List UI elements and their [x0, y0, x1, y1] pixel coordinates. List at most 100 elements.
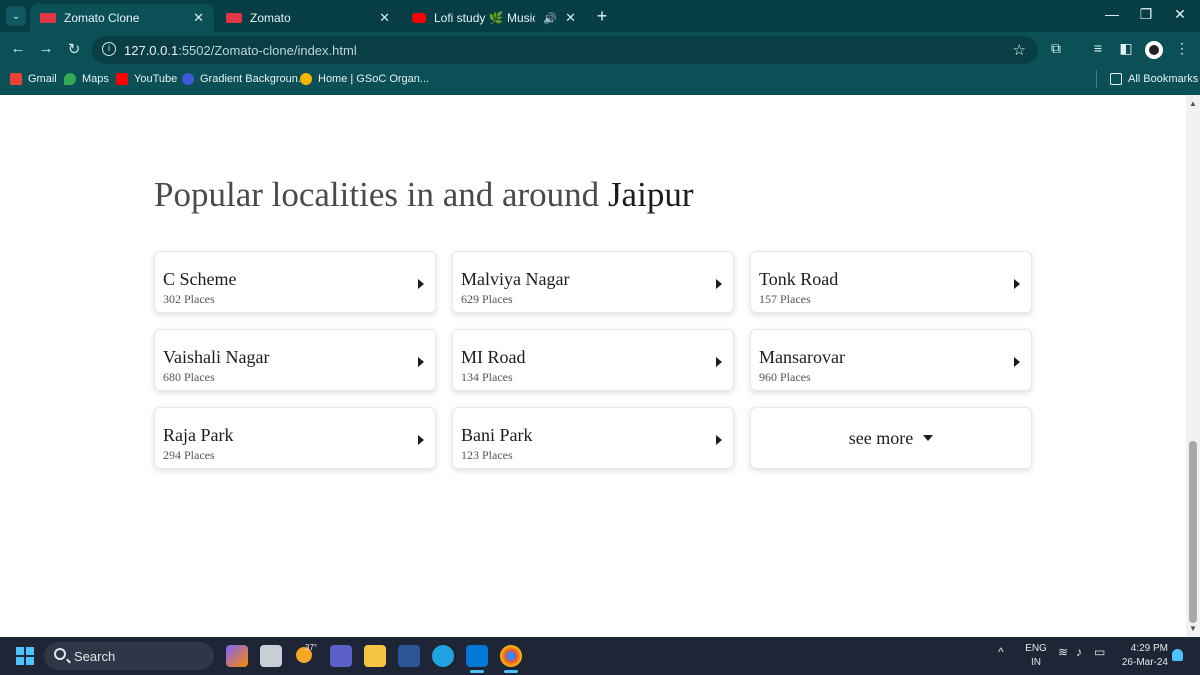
browser-chrome: ⌄ Zomato Clone ✕ Zomato ✕ Lofi study 🌿 M…	[0, 0, 1200, 95]
show-hidden-icons-icon[interactable]: ^	[998, 645, 1004, 659]
address-bar[interactable]: i 127.0.0.1:5502/Zomato-clone/index.html…	[92, 36, 1038, 64]
tab-zomato-clone[interactable]: Zomato Clone ✕	[30, 4, 214, 32]
taskbar-search[interactable]: Search	[44, 642, 214, 670]
clock[interactable]: 4:29 PM 26-Mar-24	[1118, 642, 1168, 670]
media-controls-icon[interactable]: ≡	[1088, 40, 1108, 56]
tab-title: Lofi study 🌿 Music that m	[434, 11, 536, 25]
locality-card[interactable]: Mansarovar 960 Places	[750, 329, 1032, 391]
chrome-icon[interactable]	[500, 645, 522, 673]
minimize-icon[interactable]: —	[1100, 6, 1124, 22]
wifi-icon[interactable]: ≋	[1058, 645, 1068, 659]
locality-card[interactable]: Bani Park 123 Places	[452, 407, 734, 469]
edge-icon[interactable]	[432, 645, 454, 667]
restore-icon[interactable]: ❐	[1134, 6, 1158, 23]
battery-icon[interactable]: ▭	[1094, 645, 1105, 659]
city-name: Jaipur	[607, 175, 694, 214]
all-bookmarks[interactable]: All Bookmarks	[1110, 73, 1198, 85]
locality-card[interactable]: MI Road 134 Places	[452, 329, 734, 391]
scrollbar[interactable]: ▲ ▼	[1186, 95, 1200, 637]
tab-lofi[interactable]: Lofi study 🌿 Music that m 🔊 ✕	[402, 4, 586, 32]
locality-name: Raja Park	[163, 425, 234, 445]
locality-card[interactable]: Tonk Road 157 Places	[750, 251, 1032, 313]
tab-title: Zomato	[250, 11, 291, 25]
weather-temp: 37°	[305, 643, 318, 652]
bookmark-star-icon[interactable]: ☆	[1013, 41, 1026, 59]
extensions-icon[interactable]: ⧉	[1046, 40, 1066, 57]
page-content: Popular localities in and around Jaipur …	[0, 95, 1186, 637]
speaker-icon[interactable]: 🔊	[543, 12, 557, 25]
locality-name: Mansarovar	[759, 347, 845, 367]
caret-right-icon	[1014, 279, 1020, 289]
locality-places: 629 Places	[461, 292, 513, 306]
zomato-favicon-icon	[40, 13, 56, 23]
locality-name: Malviya Nagar	[461, 269, 570, 289]
windows-start-icon[interactable]	[16, 647, 34, 665]
caret-right-icon	[716, 357, 722, 367]
page-title: Popular localities in and around Jaipur	[154, 175, 694, 214]
scrollbar-thumb[interactable]	[1189, 441, 1197, 623]
youtube-favicon-icon	[412, 13, 426, 23]
site-info-icon[interactable]: i	[102, 42, 116, 56]
scroll-down-icon[interactable]: ▼	[1189, 624, 1197, 633]
caret-right-icon	[716, 435, 722, 445]
close-icon[interactable]: ✕	[379, 10, 390, 26]
language-indicator[interactable]: ENG IN	[1024, 642, 1048, 670]
youtube-icon	[116, 73, 128, 85]
bookmark-gsoc[interactable]: Home | GSoC Organ...	[300, 73, 429, 85]
window-close-icon[interactable]: ✕	[1168, 6, 1192, 23]
locality-name: MI Road	[461, 347, 526, 367]
taskbar: Search 37° ^ ENG IN ≋ ♪ ▭ 4:29 PM 26-Mar…	[0, 637, 1200, 675]
caret-down-icon	[923, 435, 934, 441]
locality-card[interactable]: Raja Park 294 Places	[154, 407, 436, 469]
see-more-label: see more	[848, 427, 914, 448]
bookmark-gradient[interactable]: Gradient Backgroun...	[182, 73, 307, 85]
maps-icon	[64, 73, 76, 85]
locality-name: C Scheme	[163, 269, 237, 289]
terminal-icon[interactable]	[398, 645, 420, 667]
locality-card[interactable]: Vaishali Nagar 680 Places	[154, 329, 436, 391]
close-icon[interactable]: ✕	[193, 10, 204, 26]
caret-right-icon	[418, 357, 424, 367]
bookmark-maps[interactable]: Maps	[64, 73, 109, 85]
gsoc-icon	[300, 73, 312, 85]
locality-places: 294 Places	[163, 448, 215, 462]
copilot-icon[interactable]	[226, 645, 248, 667]
caret-right-icon	[1014, 357, 1020, 367]
side-panel-icon[interactable]: ◧	[1116, 40, 1136, 57]
tab-strip: ⌄ Zomato Clone ✕ Zomato ✕ Lofi study 🌿 M…	[0, 0, 1200, 32]
bookmark-youtube[interactable]: YouTube	[116, 73, 177, 85]
file-explorer-icon[interactable]	[364, 645, 386, 667]
gradient-site-icon	[182, 73, 194, 85]
locality-name: Tonk Road	[759, 269, 839, 289]
caret-right-icon	[418, 435, 424, 445]
vscode-icon[interactable]	[466, 645, 488, 673]
notification-icon[interactable]	[1172, 649, 1183, 661]
task-view-icon[interactable]	[260, 645, 282, 667]
locality-card[interactable]: Malviya Nagar 629 Places	[452, 251, 734, 313]
caret-right-icon	[716, 279, 722, 289]
bookmark-gmail[interactable]: Gmail	[10, 73, 57, 85]
zomato-favicon-icon	[226, 13, 242, 23]
new-tab-button[interactable]: +	[592, 6, 612, 27]
url-text[interactable]: 127.0.0.1:5502/Zomato-clone/index.html	[124, 43, 357, 58]
bookmarks-bar: Gmail Maps YouTube Gradient Backgroun...…	[0, 66, 1200, 94]
volume-icon[interactable]: ♪	[1076, 645, 1082, 659]
menu-icon[interactable]: ⋮	[1172, 40, 1192, 57]
locality-name: Vaishali Nagar	[163, 347, 270, 367]
close-icon[interactable]: ✕	[565, 10, 576, 26]
locality-name: Bani Park	[461, 425, 533, 445]
scroll-up-icon[interactable]: ▲	[1189, 99, 1197, 108]
teams-icon[interactable]	[330, 645, 352, 667]
bookmarks-divider	[1096, 70, 1097, 88]
folder-icon	[1110, 73, 1122, 85]
search-icon	[54, 648, 66, 660]
tab-zomato[interactable]: Zomato ✕	[216, 4, 400, 32]
profile-avatar[interactable]	[1145, 41, 1163, 59]
tab-search-icon[interactable]: ⌄	[6, 6, 26, 26]
forward-icon[interactable]: →	[36, 40, 56, 57]
reload-icon[interactable]: ↻	[64, 40, 84, 58]
locality-card[interactable]: C Scheme 302 Places	[154, 251, 436, 313]
see-more-button[interactable]: see more	[750, 407, 1032, 469]
tab-title: Zomato Clone	[64, 11, 140, 25]
back-icon[interactable]: ←	[8, 40, 28, 57]
